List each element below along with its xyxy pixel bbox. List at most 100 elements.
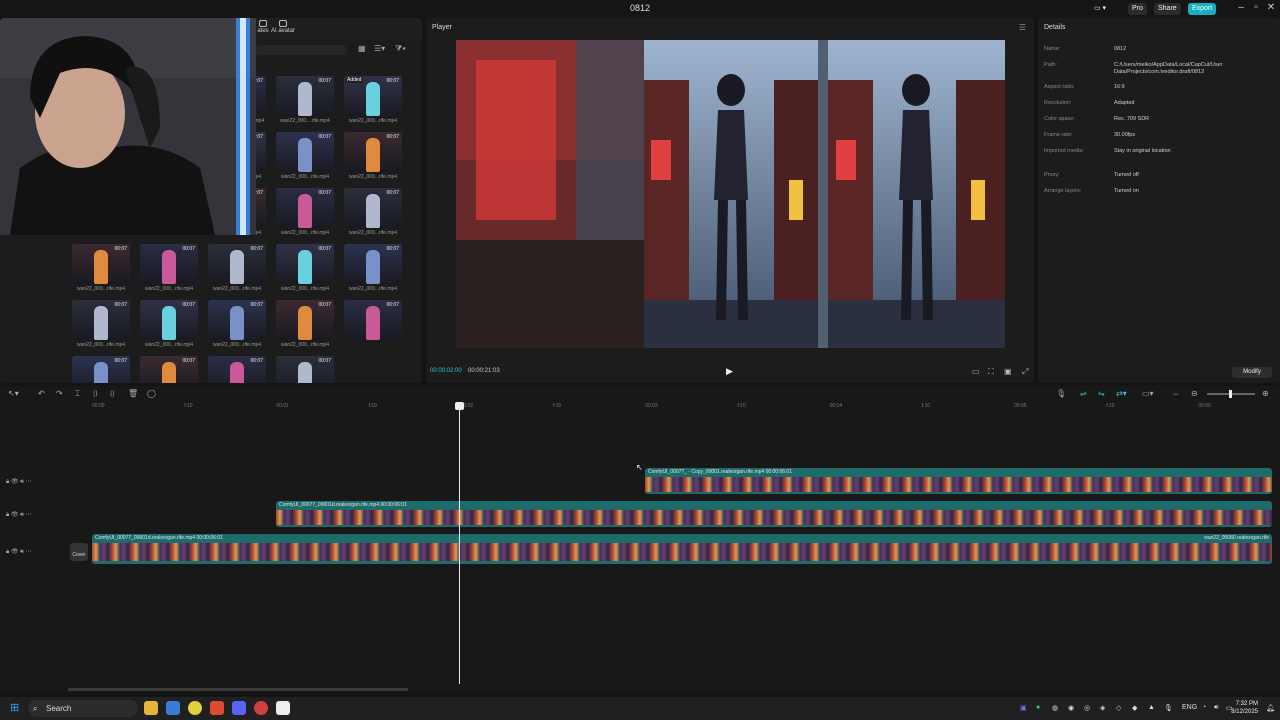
filter-icon[interactable]: ⧩▾ bbox=[395, 44, 406, 54]
media-thumbnail[interactable]: 00:07 wan22_000...rife.mp4 bbox=[344, 188, 402, 242]
mic-icon[interactable]: 🎙 bbox=[1056, 389, 1066, 398]
store-icon[interactable] bbox=[166, 701, 180, 715]
brave-icon[interactable] bbox=[210, 701, 224, 715]
lock-icon[interactable]: 🔒︎ bbox=[6, 549, 9, 555]
visibility-icon[interactable]: 👁︎ bbox=[11, 479, 19, 485]
app-icon[interactable] bbox=[254, 701, 268, 715]
zoom-in-icon[interactable]: ⊕ bbox=[1262, 389, 1269, 398]
redo-icon[interactable]: ↷ bbox=[56, 389, 63, 398]
mic-tray-icon[interactable]: 🎙︎ bbox=[1164, 704, 1173, 712]
media-thumbnail[interactable]: 00:07 wan22_000...rife.mp4 bbox=[276, 188, 334, 242]
modify-button[interactable]: Modify bbox=[1232, 367, 1272, 378]
marker-icon[interactable]: ◯ bbox=[147, 389, 156, 398]
minimize-icon[interactable]: – bbox=[1234, 2, 1248, 13]
crop-icon[interactable]: ⛶ bbox=[988, 367, 994, 377]
video-clip-track3[interactable]: ComfyUI_00077_ - Copy_00001.realesrgan.r… bbox=[645, 468, 1272, 494]
lock-icon[interactable]: 🔒︎ bbox=[6, 512, 9, 518]
lock-icon[interactable]: 🔒︎ bbox=[6, 479, 9, 485]
caption-icon[interactable]: ▭▾ bbox=[1142, 389, 1154, 398]
tray-app-icon[interactable]: ◎ bbox=[1084, 704, 1090, 712]
player-menu-icon[interactable]: ☰ bbox=[1019, 23, 1026, 32]
trim-right-icon[interactable]: ⌷ bbox=[110, 389, 115, 399]
media-thumbnail[interactable]: 00:07 wan22_000...rife.mp4 bbox=[72, 300, 130, 354]
chrome-icon[interactable] bbox=[188, 701, 202, 715]
audio-icon[interactable]: 🔊︎ bbox=[20, 549, 24, 555]
clock[interactable]: 7:32 PM 8/12/2025 bbox=[1231, 700, 1258, 716]
grid-view-icon[interactable]: ▦ bbox=[358, 44, 366, 53]
zoom-slider-handle[interactable] bbox=[1229, 390, 1232, 398]
zoom-slider[interactable] bbox=[1207, 390, 1255, 398]
media-thumbnail[interactable]: 00:07 wan22_000...rife.mp4 bbox=[208, 244, 266, 298]
video-clip-track2[interactable]: ComfyUI_00077_00001d.realesrgan.rife.mp4… bbox=[276, 501, 1272, 527]
visibility-icon[interactable]: 👁︎ bbox=[11, 549, 19, 555]
tray-app-icon[interactable]: ◉ bbox=[1068, 704, 1074, 712]
media-thumbnail[interactable]: 00:07 wan22_000...rife.mp4 bbox=[208, 300, 266, 354]
time-ruler[interactable]: 00:00 f:10 00:01 f:10 00:02 f:10 00:03 f:10 00:0… bbox=[68, 402, 1280, 412]
tray-app-icon[interactable]: ● bbox=[1036, 704, 1040, 711]
play-icon[interactable]: ▶ bbox=[726, 366, 733, 377]
preview-axis-icon[interactable]: ⇄▾ bbox=[1116, 389, 1127, 398]
media-thumbnail[interactable]: 00:07 wan22_000...rife.mp4 bbox=[140, 300, 198, 354]
taskbar-search[interactable]: ⌕ Search bbox=[28, 700, 138, 717]
undo-icon[interactable]: ↶ bbox=[38, 389, 45, 398]
snap-icon[interactable]: ⇋ bbox=[1098, 389, 1105, 398]
wifi-icon[interactable]: ◔ bbox=[1202, 704, 1206, 711]
more-icon[interactable]: ⋯ bbox=[26, 512, 32, 518]
export-button[interactable]: Export bbox=[1188, 3, 1217, 15]
tab-ai-avatar[interactable]: AI avatar bbox=[270, 20, 296, 34]
share-button[interactable]: Share bbox=[1154, 3, 1181, 15]
media-thumbnail[interactable]: 00:07 wan22_000...rife.mp4 bbox=[276, 300, 334, 354]
ratio-icon[interactable]: ▣ bbox=[1004, 367, 1012, 376]
audio-icon[interactable]: 🔊︎ bbox=[20, 512, 24, 518]
notification-icon[interactable]: 🔔︎ bbox=[1266, 704, 1275, 712]
media-thumbnail[interactable]: 00:07 wan22_000...rife.mp4 bbox=[276, 244, 334, 298]
tray-app-icon[interactable]: ▣ bbox=[1020, 704, 1027, 712]
zoom-out-icon[interactable]: ⊖ bbox=[1191, 389, 1198, 398]
more-icon[interactable]: ⋯ bbox=[26, 549, 32, 555]
video-preview[interactable] bbox=[456, 40, 1005, 348]
layout-icon[interactable]: ▭ ▾ bbox=[1090, 3, 1110, 15]
media-thumbnail[interactable]: 00:07 bbox=[208, 356, 266, 383]
split-icon[interactable]: ⌶ bbox=[75, 389, 80, 399]
media-thumbnail[interactable]: 00:07 bbox=[72, 356, 130, 383]
visibility-icon[interactable]: 👁︎ bbox=[11, 512, 19, 518]
tray-app-icon[interactable]: ▲ bbox=[1148, 704, 1155, 711]
file-explorer-icon[interactable] bbox=[144, 701, 158, 715]
media-thumbnail[interactable]: 00:07 bbox=[344, 300, 402, 354]
media-thumbnail[interactable]: 00:07 wan22_000....rife.mp4 bbox=[276, 76, 334, 130]
tray-app-icon[interactable]: ◆ bbox=[1132, 704, 1137, 712]
tray-app-icon[interactable]: ◈ bbox=[1100, 704, 1105, 712]
pro-button[interactable]: Pro bbox=[1128, 3, 1147, 15]
media-thumbnail[interactable]: 00:07 Added wan22_000...rife.mp4 bbox=[344, 76, 402, 130]
maximize-icon[interactable]: ▫ bbox=[1249, 2, 1263, 13]
sort-icon[interactable]: ☰▾ bbox=[374, 44, 385, 53]
link-icon[interactable]: ⇌ bbox=[1080, 389, 1087, 398]
playhead[interactable] bbox=[455, 402, 464, 684]
media-thumbnail[interactable]: 00:07 wan22_000...rife.mp4 bbox=[72, 244, 130, 298]
playhead-handle[interactable] bbox=[455, 402, 464, 410]
fullscreen-icon[interactable]: ⤢ bbox=[1022, 367, 1028, 377]
media-thumbnail[interactable]: 00:07 wan22_000...rife.mp4 bbox=[344, 244, 402, 298]
select-tool-icon[interactable]: ↖▾ bbox=[8, 389, 19, 398]
timeline-scrollbar[interactable] bbox=[68, 688, 408, 691]
media-thumbnail[interactable]: 00:07 wan22_000...rife.mp4 bbox=[140, 244, 198, 298]
media-thumbnail[interactable]: 00:07 bbox=[140, 356, 198, 383]
close-icon[interactable]: ✕ bbox=[1264, 2, 1278, 13]
discord-icon[interactable] bbox=[232, 701, 246, 715]
delete-icon[interactable]: 🗑 bbox=[128, 389, 138, 398]
audio-icon[interactable]: 🔊︎ bbox=[20, 479, 24, 485]
windows-start-icon[interactable]: ⊞ bbox=[10, 701, 19, 714]
tray-app-icon[interactable]: ◇ bbox=[1116, 704, 1121, 712]
video-clip-main[interactable]: ComfyUI_00077_00001d.realesrgan.rife.mp4… bbox=[92, 534, 1272, 564]
language-indicator[interactable]: ENG bbox=[1182, 704, 1197, 711]
volume-icon[interactable]: 🔊︎ bbox=[1214, 704, 1218, 712]
media-thumbnail[interactable]: 00:07 wan22_000...rife.mp4 bbox=[344, 132, 402, 186]
fit-timeline-icon[interactable]: ⇔ bbox=[1172, 389, 1180, 398]
tray-app-icon[interactable]: ◍ bbox=[1052, 704, 1058, 712]
media-thumbnail[interactable]: 00:07 bbox=[276, 356, 334, 383]
capcut-icon[interactable] bbox=[276, 701, 290, 715]
fit-icon[interactable]: ▭ bbox=[972, 367, 980, 376]
cover-button[interactable]: Cover bbox=[70, 543, 88, 561]
more-icon[interactable]: ⋯ bbox=[26, 479, 32, 485]
media-search-input[interactable] bbox=[256, 45, 346, 55]
